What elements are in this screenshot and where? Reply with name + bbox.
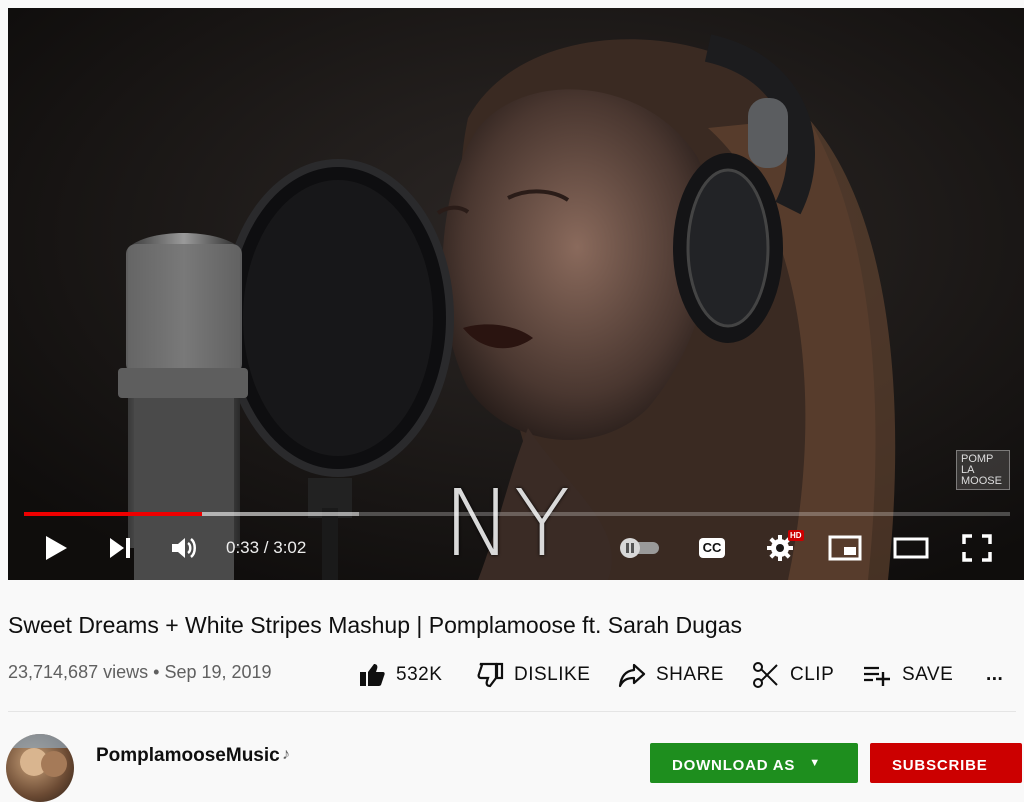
fullscreen-icon: [962, 534, 992, 562]
autoplay-toggle[interactable]: [616, 532, 664, 564]
channel-name[interactable]: PomplamooseMusic: [96, 745, 280, 767]
hd-badge: HD: [788, 530, 804, 541]
save-label: SAVE: [902, 664, 954, 685]
save-button[interactable]: SAVE: [862, 658, 953, 692]
subscribe-button[interactable]: SUBSCRIBE: [870, 743, 1022, 783]
share-label: SHARE: [656, 664, 724, 685]
progress-played: [24, 512, 203, 516]
progress-bar[interactable]: [24, 512, 1010, 516]
playlist-add-icon: [864, 666, 890, 686]
avatar[interactable]: [6, 734, 74, 802]
dislike-label: DISLIKE: [514, 664, 591, 685]
miniplayer-icon: [828, 535, 862, 561]
channel-watermark[interactable]: POMP LA MOOSE: [956, 450, 1010, 490]
share-icon: [618, 663, 646, 688]
upload-date: Sep 19, 2019: [164, 662, 272, 682]
thumbs-down-icon: [477, 662, 504, 688]
more-actions-button[interactable]: ...: [986, 658, 1003, 692]
download-button[interactable]: DOWNLOAD AS ▼: [650, 743, 858, 783]
next-icon: [110, 538, 130, 558]
watermark-line: MOOSE: [961, 475, 1002, 487]
miniplayer-button[interactable]: [826, 532, 864, 564]
video-meta: 23,714,687 views • Sep 19, 2019: [8, 662, 272, 683]
theater-icon: [893, 537, 929, 559]
like-button[interactable]: 532K: [358, 658, 442, 692]
captions-button[interactable]: CC: [694, 532, 730, 564]
more-icon: ...: [986, 664, 1004, 685]
clip-button[interactable]: CLIP: [752, 658, 834, 692]
time-display: 0:33 / 3:02: [226, 538, 307, 557]
divider: [8, 711, 1016, 712]
next-button[interactable]: [104, 532, 136, 564]
chevron-down-icon: ▼: [809, 757, 821, 769]
theater-mode-button[interactable]: [892, 532, 930, 564]
thumbs-up-icon: [360, 664, 385, 686]
video-player[interactable]: NY POMP LA MOOSE 0:33 / 3:02 CC HD: [8, 8, 1024, 580]
captions-icon: CC: [698, 538, 726, 558]
like-count: 532K: [396, 664, 443, 685]
share-button[interactable]: SHARE: [618, 658, 724, 692]
caption-text: NY: [443, 470, 573, 577]
play-button[interactable]: [40, 532, 72, 564]
volume-icon: [172, 538, 196, 558]
scissors-icon: [753, 662, 778, 688]
fullscreen-button[interactable]: [960, 532, 994, 564]
music-note-icon: ♪: [282, 746, 290, 763]
play-icon: [46, 536, 67, 560]
view-count: 23,714,687 views: [8, 662, 149, 682]
meta-separator: •: [153, 662, 160, 682]
video-title: Sweet Dreams + White Stripes Mashup | Po…: [8, 612, 742, 638]
avatar-image: [6, 734, 74, 777]
settings-button[interactable]: HD: [762, 530, 804, 564]
autoplay-toggle-icon: [620, 538, 659, 558]
volume-button[interactable]: [168, 532, 200, 564]
clip-label: CLIP: [790, 664, 835, 685]
dislike-button[interactable]: DISLIKE: [476, 658, 590, 692]
